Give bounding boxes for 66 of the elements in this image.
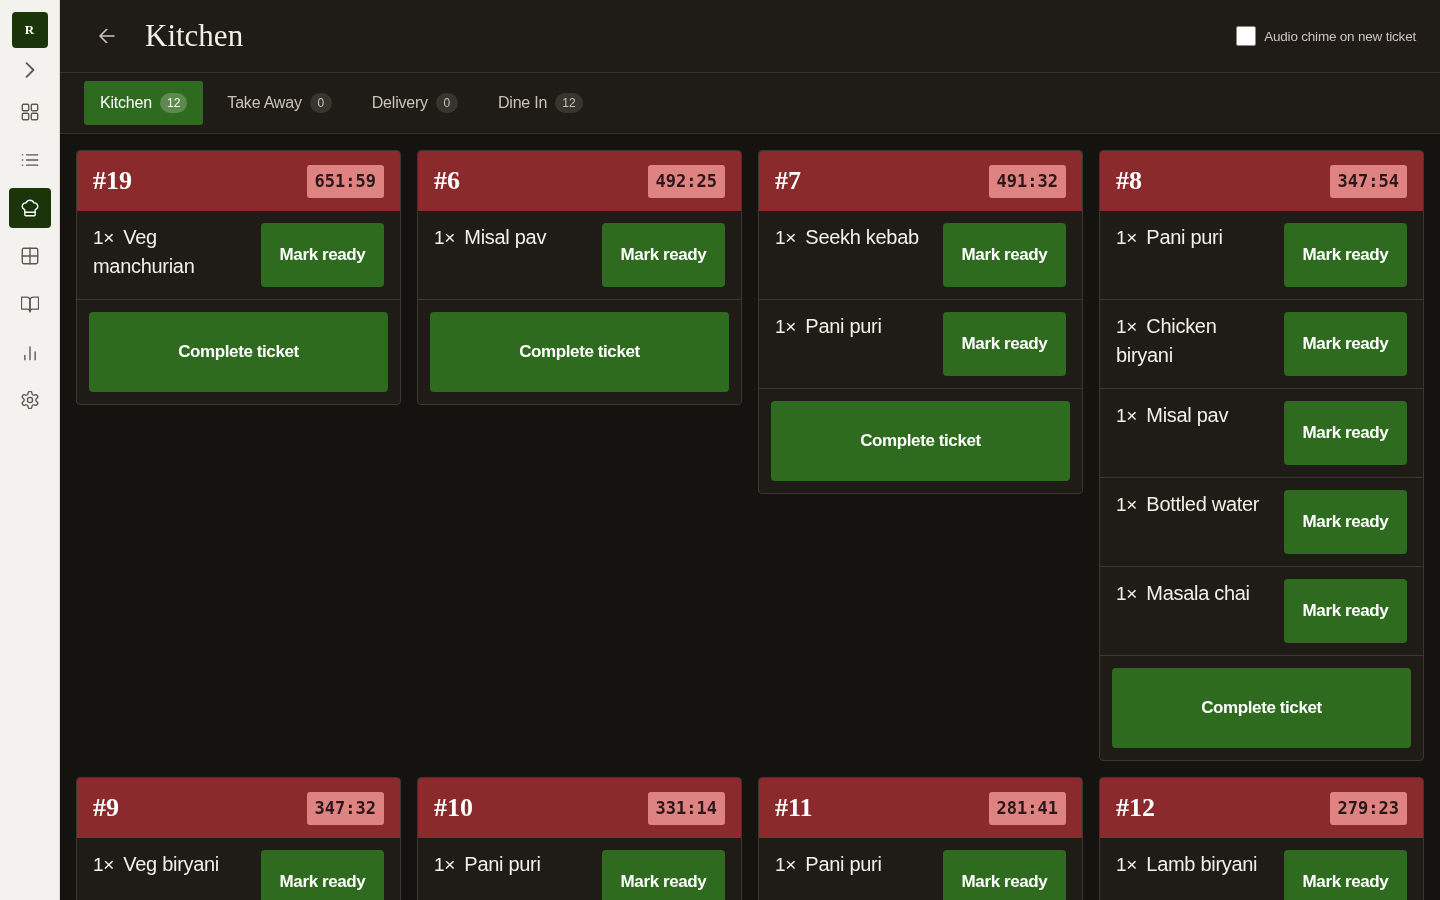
elapsed-timer: 492:25 [647, 164, 725, 198]
book-icon [20, 295, 39, 313]
elapsed-timer: 347:32 [306, 791, 384, 825]
count-badge: 0 [435, 93, 458, 113]
order-item: 1× Veg biryani [93, 852, 220, 877]
order-item: 1× Pani puri [775, 852, 883, 877]
complete-ticket-button[interactable]: Complete ticket [1112, 668, 1411, 748]
tab[interactable]: Dine In 12 [481, 81, 599, 125]
ticket-number: #7 [775, 166, 801, 196]
tab[interactable]: Kitchen 12 [84, 81, 204, 125]
chime-checkbox[interactable] [1236, 26, 1257, 46]
table-icon [20, 247, 39, 265]
elapsed-timer: 331:14 [647, 791, 725, 825]
app-logo: R [11, 12, 48, 48]
mark-ready-button[interactable]: Mark ready [1284, 579, 1407, 643]
elapsed-timer: 347:54 [1329, 164, 1407, 198]
mark-ready-button[interactable]: Mark ready [1284, 223, 1407, 287]
mark-ready-button[interactable]: Mark ready [943, 223, 1066, 287]
order-item: 1× Lamb biryani [1116, 852, 1259, 877]
elapsed-timer: 279:23 [1329, 791, 1407, 825]
complete-ticket-button[interactable]: Complete ticket [89, 312, 388, 392]
order-item: 1× Seekh kebab [775, 225, 920, 250]
ticket-number: #12 [1116, 793, 1155, 823]
mark-ready-button[interactable]: Mark ready [261, 223, 384, 287]
ticket-number: #9 [93, 793, 119, 823]
ticket-number: #11 [775, 793, 813, 823]
mark-ready-button[interactable]: Mark ready [1284, 312, 1407, 376]
elapsed-timer: 651:59 [306, 164, 384, 198]
complete-ticket-button[interactable]: Complete ticket [771, 401, 1070, 481]
ticket-number: #6 [434, 166, 460, 196]
order-item: 1× Bottled water [1116, 492, 1261, 517]
mark-ready-button[interactable]: Mark ready [602, 850, 725, 900]
grid-icon [20, 103, 39, 121]
mark-ready-button[interactable]: Mark ready [943, 850, 1066, 900]
order-item: 1× Pani puri [1116, 225, 1224, 250]
order-item: 1× Misal pav [434, 225, 548, 250]
mark-ready-button[interactable]: Mark ready [1284, 850, 1407, 900]
list-icon [20, 151, 39, 169]
complete-ticket-button[interactable]: Complete ticket [430, 312, 729, 392]
order-item: 1× Pani puri [775, 314, 883, 339]
ticket-number: #19 [93, 166, 132, 196]
chime-label: Audio chime on new ticket [1264, 28, 1416, 44]
mark-ready-button[interactable]: Mark ready [1284, 401, 1407, 465]
count-badge: 0 [309, 93, 332, 113]
mark-ready-button[interactable]: Mark ready [602, 223, 725, 287]
elapsed-timer: 281:41 [988, 791, 1066, 825]
count-badge: 12 [159, 93, 188, 113]
order-item: 1× Chicken biryani [1116, 314, 1218, 368]
page-title: Kitchen [145, 18, 244, 54]
count-badge: 12 [555, 93, 583, 113]
order-item: 1× Pani puri [434, 852, 542, 877]
tab[interactable]: Take Away 0 [211, 81, 348, 125]
order-item: 1× Veg manchurian [93, 225, 196, 279]
ticket-number: #10 [434, 793, 473, 823]
mark-ready-button[interactable]: Mark ready [261, 850, 384, 900]
ticket-number: #8 [1116, 166, 1142, 196]
chef-hat-icon [20, 199, 39, 217]
nav-button[interactable] [8, 188, 51, 228]
arrow-left-icon [99, 29, 115, 43]
order-item: 1× Misal pav [1116, 403, 1230, 428]
settings-icon [20, 391, 39, 409]
mark-ready-button[interactable]: Mark ready [943, 312, 1066, 376]
order-item: 1× Masala chai [1116, 581, 1251, 606]
tab[interactable]: Delivery 0 [355, 81, 474, 125]
elapsed-timer: 491:32 [988, 164, 1066, 198]
mark-ready-button[interactable]: Mark ready [1284, 490, 1407, 554]
